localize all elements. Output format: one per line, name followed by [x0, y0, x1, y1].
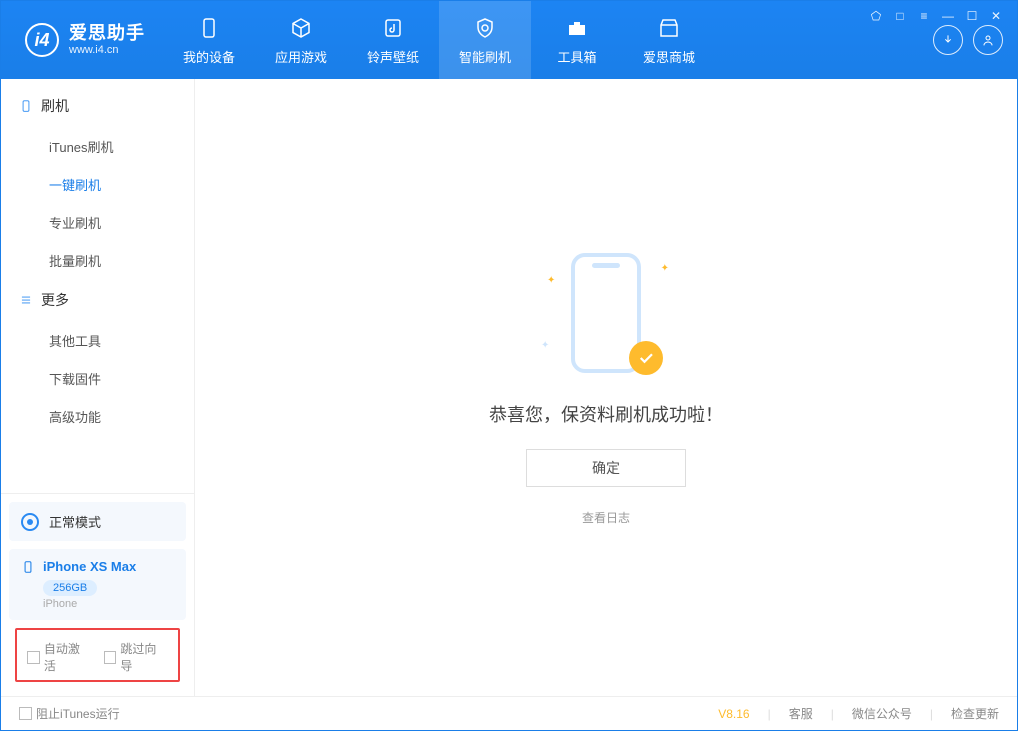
nav-toolbox[interactable]: 工具箱 [531, 1, 623, 79]
top-nav: 我的设备 应用游戏 铃声壁纸 智能刷机 工具箱 爱思商城 [163, 1, 715, 79]
logo-icon: i4 [25, 23, 59, 57]
shirt-icon[interactable]: ⬠ [869, 9, 883, 23]
download-button[interactable] [933, 25, 963, 55]
nav-label: 铃声壁纸 [367, 47, 419, 66]
ok-button[interactable]: 确定 [526, 449, 686, 487]
nav-apps-games[interactable]: 应用游戏 [255, 1, 347, 79]
sidebar-item-pro-flash[interactable]: 专业刷机 [1, 203, 194, 241]
device-type: iPhone [43, 598, 174, 610]
nav-label: 工具箱 [557, 47, 596, 66]
wechat-link[interactable]: 微信公众号 [852, 705, 912, 722]
checkbox-label: 跳过向导 [120, 640, 168, 674]
toolbox-icon [564, 15, 590, 41]
success-illustration: ✦ ✦ ✦ [541, 249, 671, 379]
view-log-link[interactable]: 查看日志 [582, 509, 630, 526]
phone-outline-icon [19, 99, 33, 113]
shield-refresh-icon [472, 15, 498, 41]
sidebar-item-batch-flash[interactable]: 批量刷机 [1, 241, 194, 279]
header: i4 爱思助手 www.i4.cn 我的设备 应用游戏 铃声壁纸 智能刷机 [1, 1, 1017, 79]
version-label: V8.16 [718, 707, 749, 721]
nav-store[interactable]: 爱思商城 [623, 1, 715, 79]
sidebar-item-advanced[interactable]: 高级功能 [1, 397, 194, 435]
device-card[interactable]: iPhone XS Max 256GB iPhone [9, 549, 186, 620]
app-window: i4 爱思助手 www.i4.cn 我的设备 应用游戏 铃声壁纸 智能刷机 [0, 0, 1018, 731]
storage-badge: 256GB [43, 580, 97, 596]
flash-options-highlight: 自动激活 跳过向导 [15, 628, 180, 682]
store-icon [656, 15, 682, 41]
sidebar-group-more: 更多 [1, 279, 194, 321]
checkbox-icon [104, 651, 117, 664]
sidebar-item-download-firmware[interactable]: 下载固件 [1, 359, 194, 397]
checkbox-label: 自动激活 [44, 640, 92, 674]
menu-icon[interactable]: ≡ [917, 9, 931, 23]
music-note-icon [380, 15, 406, 41]
success-message: 恭喜您，保资料刷机成功啦！ [489, 401, 723, 427]
app-logo: i4 爱思助手 www.i4.cn [1, 1, 163, 79]
user-account-button[interactable] [973, 25, 1003, 55]
sidebar: 刷机 iTunes刷机 一键刷机 专业刷机 批量刷机 更多 其他工具 下载固件 … [1, 79, 195, 696]
check-icon [637, 349, 655, 367]
app-domain: www.i4.cn [69, 44, 145, 57]
sparkle-icon: ✦ [541, 340, 549, 351]
sidebar-group-flash: 刷机 [1, 85, 194, 127]
nav-label: 智能刷机 [459, 47, 511, 66]
sidebar-item-oneclick-flash[interactable]: 一键刷机 [1, 165, 194, 203]
sidebar-group-label: 更多 [41, 290, 69, 310]
support-link[interactable]: 客服 [789, 705, 813, 722]
nav-label: 应用游戏 [275, 47, 327, 66]
checkbox-label: 阻止iTunes运行 [36, 705, 120, 722]
sparkle-icon: ✦ [661, 263, 669, 274]
sparkle-icon: ✦ [547, 275, 555, 286]
success-check-badge [629, 341, 663, 375]
check-update-link[interactable]: 检查更新 [951, 705, 999, 722]
mode-indicator-icon [21, 513, 39, 531]
feedback-icon[interactable]: □ [893, 9, 907, 23]
body: 刷机 iTunes刷机 一键刷机 专业刷机 批量刷机 更多 其他工具 下载固件 … [1, 79, 1017, 696]
sidebar-group-label: 刷机 [41, 96, 69, 116]
cube-icon [288, 15, 314, 41]
auto-activate-checkbox[interactable]: 自动激活 [27, 640, 92, 674]
app-title: 爱思助手 [69, 23, 145, 45]
nav-label: 爱思商城 [643, 47, 695, 66]
main-content: ✦ ✦ ✦ 恭喜您，保资料刷机成功啦！ 确定 查看日志 [195, 79, 1017, 696]
nav-label: 我的设备 [183, 47, 235, 66]
mode-card[interactable]: 正常模式 [9, 502, 186, 541]
block-itunes-checkbox[interactable]: 阻止iTunes运行 [19, 705, 120, 722]
phone-icon [196, 15, 222, 41]
checkbox-icon [27, 651, 40, 664]
mode-label: 正常模式 [49, 512, 101, 531]
nav-my-device[interactable]: 我的设备 [163, 1, 255, 79]
nav-ringtone-wallpaper[interactable]: 铃声壁纸 [347, 1, 439, 79]
list-icon [19, 293, 33, 307]
footer: 阻止iTunes运行 V8.16 | 客服 | 微信公众号 | 检查更新 [1, 696, 1017, 730]
window-controls: ⬠ □ ≡ — ☐ ✕ [869, 9, 1003, 23]
sidebar-bottom: 正常模式 iPhone XS Max 256GB iPhone 自动激活 [1, 493, 194, 696]
sidebar-item-other-tools[interactable]: 其他工具 [1, 321, 194, 359]
nav-smart-flash[interactable]: 智能刷机 [439, 1, 531, 79]
device-phone-icon [21, 560, 35, 574]
close-button[interactable]: ✕ [989, 9, 1003, 23]
checkbox-icon [19, 707, 32, 720]
maximize-button[interactable]: ☐ [965, 9, 979, 23]
skip-guide-checkbox[interactable]: 跳过向导 [104, 640, 169, 674]
sidebar-item-itunes-flash[interactable]: iTunes刷机 [1, 127, 194, 165]
device-name: iPhone XS Max [43, 559, 136, 574]
minimize-button[interactable]: — [941, 9, 955, 23]
